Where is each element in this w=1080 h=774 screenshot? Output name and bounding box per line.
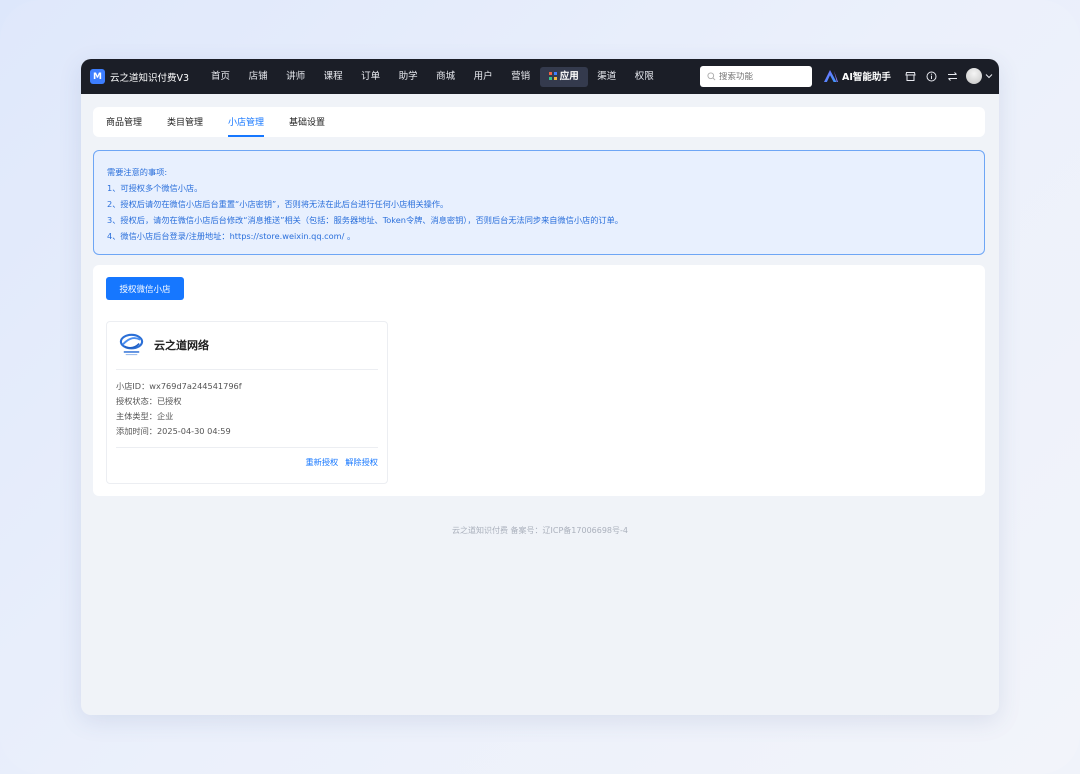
ai-assistant-label: AI智能助手 [842,72,891,83]
nav-item-permissions[interactable]: 权限 [626,67,663,87]
divider [116,369,378,370]
nav-item-marketing[interactable]: 营销 [502,67,539,87]
apps-grid-icon [548,71,557,80]
tab-basic-settings[interactable]: 基础设置 [289,107,325,137]
tab-shop-management[interactable]: 小店管理 [228,107,265,137]
notice-box: 需要注意的事项: 1、可授权多个微信小店。 2、授权后请勿在微信小店后台重置“小… [93,150,985,255]
nav-item-apps-label: 应用 [559,70,579,82]
brand-logo-icon: M [90,69,105,84]
nav-item-lecturer[interactable]: 讲师 [277,67,314,87]
notice-line-3: 3、授权后，请勿在微信小店后台修改“消息推送”相关（包括：服务器地址、Token… [107,215,623,225]
brand-name: 云之道知识付费V3 [110,72,190,84]
brand[interactable]: M 云之道知识付费V3 [90,69,189,84]
search-box[interactable] [700,66,812,87]
divider [116,447,378,448]
tab-product-management[interactable]: 商品管理 [106,107,142,137]
notice-line-1: 1、可授权多个微信小店。 [107,183,203,193]
notice-line-2: 2、授权后请勿在微信小店后台重置“小店密钥”，否则将无法在此后台进行任何小店相关… [107,199,449,209]
ai-logo-icon [824,70,838,82]
nav-item-users[interactable]: 用户 [465,67,502,87]
shop-list-panel: 授权微信小店 云之道网络 小店ID：wx769d7a244541796f 授权状… [93,265,985,496]
shop-header: 云之道网络 [118,331,209,358]
shop-name: 云之道网络 [154,338,209,352]
nav-item-study-aid[interactable]: 助学 [390,67,427,87]
shop-card: 云之道网络 小店ID：wx769d7a244541796f 授权状态：已授权 主… [106,321,388,484]
nav-item-store[interactable]: 店铺 [240,67,277,87]
search-input[interactable] [719,71,809,82]
chevron-down-icon[interactable] [985,72,993,80]
shop-id: 小店ID：wx769d7a244541796f [116,381,242,391]
reauthorize-link[interactable]: 重新授权 [305,456,338,468]
switch-icon[interactable] [946,70,959,83]
app-window: M 云之道知识付费V3 首页 店铺 讲师 课程 订单 助学 商城 用户 营销 应… [81,59,999,715]
user-avatar[interactable] [966,68,982,84]
toolbar-icons [904,70,967,83]
tab-category-management[interactable]: 类目管理 [167,107,203,137]
shop-info: 小店ID：wx769d7a244541796f 授权状态：已授权 主体类型：企业… [116,379,242,439]
nav-item-orders[interactable]: 订单 [352,67,389,87]
notice-title: 需要注意的事项: [107,167,168,177]
nav-item-course[interactable]: 课程 [315,67,352,87]
revoke-authorization-link[interactable]: 解除授权 [345,456,378,468]
nav-item-home[interactable]: 首页 [202,67,239,87]
nav-item-apps[interactable]: 应用 [539,66,588,87]
cloud-logo-icon [119,333,144,356]
main-nav: 首页 店铺 讲师 课程 订单 助学 商城 用户 营销 应用 渠道 权限 [202,66,663,87]
store-icon[interactable] [904,70,917,83]
footer-text: 云之道知识付费 备案号：辽ICP备17006698号-4 [451,526,628,535]
search-icon [707,72,716,81]
nav-item-mall[interactable]: 商城 [427,67,464,87]
info-icon[interactable] [925,70,938,83]
shop-added-time: 添加时间：2025-04-30 04:59 [116,426,231,436]
shop-entity-type: 主体类型：企业 [116,411,174,421]
shop-auth-status: 授权状态：已授权 [116,396,182,406]
ai-assistant-button[interactable]: AI智能助手 [824,69,891,83]
top-navbar: M 云之道知识付费V3 首页 店铺 讲师 课程 订单 助学 商城 用户 营销 应… [81,59,999,94]
nav-item-channels[interactable]: 渠道 [588,67,625,87]
notice-line-4: 4、微信小店后台登录/注册地址：https://store.weixin.qq.… [107,231,356,241]
sub-tabs: 商品管理 类目管理 小店管理 基础设置 [93,107,985,137]
authorize-wechat-shop-button[interactable]: 授权微信小店 [106,277,184,300]
shop-actions: 重新授权 解除授权 [298,456,378,468]
